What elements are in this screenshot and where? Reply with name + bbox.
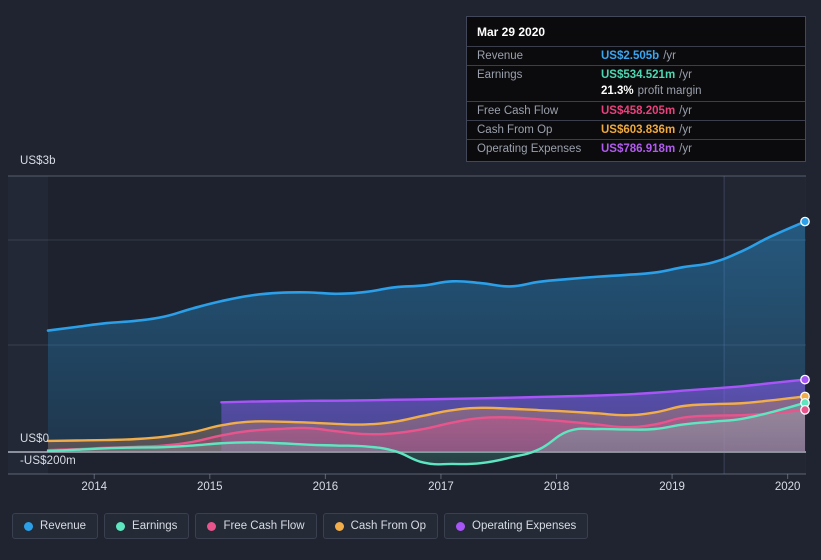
endpoint-marker-free-cash-flow bbox=[800, 404, 810, 415]
tooltip-row-value: US$458.205m bbox=[601, 105, 676, 117]
financial-chart-widget: US$3b US$0 -US$200m 2014 2015 2016 2017 2018… bbox=[0, 0, 821, 560]
y-axis-label-zero: US$0 bbox=[20, 433, 50, 445]
legend-item-earnings[interactable]: Earnings bbox=[104, 513, 190, 539]
legend-item-free-cash-flow[interactable]: Free Cash Flow bbox=[195, 513, 317, 539]
legend-item-label: Operating Expenses bbox=[472, 520, 577, 532]
tooltip-row: Cash From Op US$603.836m/yr bbox=[467, 120, 805, 139]
data-tooltip: Mar 29 2020 Revenue US$2.505b/yr Earnings U… bbox=[466, 16, 806, 162]
x-axis-tick-2017: 2017 bbox=[428, 481, 454, 493]
tooltip-row: 21.3% profit margin bbox=[467, 84, 805, 101]
tooltip-row-unit: /yr bbox=[679, 124, 692, 136]
tooltip-row-unit: /yr bbox=[679, 105, 692, 117]
x-axis-tick-2014: 2014 bbox=[81, 481, 108, 493]
tooltip-row-unit: profit margin bbox=[637, 85, 702, 97]
x-axis-tick-2016: 2016 bbox=[312, 481, 339, 493]
legend-color-dot-icon bbox=[207, 521, 217, 531]
legend-color-dot-icon bbox=[116, 521, 126, 531]
endpoint-marker-revenue bbox=[800, 216, 810, 227]
legend-item-revenue[interactable]: Revenue bbox=[12, 513, 99, 539]
tooltip-row-value: US$603.836m bbox=[601, 124, 676, 136]
tooltip-row-unit: /yr bbox=[679, 143, 692, 155]
x-axis-tick-2020: 2020 bbox=[774, 481, 801, 493]
legend-color-dot-icon bbox=[334, 521, 344, 531]
tooltip-row: Operating Expenses US$786.918m/yr bbox=[467, 139, 805, 158]
tooltip-rows: Revenue US$2.505b/yr Earnings US$534.521m/y… bbox=[467, 46, 805, 158]
tooltip-row-value: 21.3% bbox=[601, 85, 634, 97]
legend-color-dot-icon bbox=[24, 521, 33, 531]
legend-item-label: Free Cash Flow bbox=[223, 520, 305, 532]
y-axis-label-bottom: -US$200m bbox=[20, 455, 76, 467]
legend-item-cash-from-op[interactable]: Cash From Op bbox=[322, 513, 439, 539]
x-axis-tick-2015: 2015 bbox=[197, 481, 223, 493]
tooltip-row-label: Cash From Op bbox=[477, 124, 553, 136]
x-axis-tick-2019: 2019 bbox=[659, 481, 685, 493]
tooltip-row: Earnings US$534.521m/yr bbox=[467, 65, 805, 84]
y-axis-label-top: US$3b bbox=[20, 155, 56, 167]
tooltip-row-value: US$2.505b bbox=[601, 50, 660, 62]
x-axis-tick-2018: 2018 bbox=[543, 481, 570, 493]
tooltip-row-unit: /yr bbox=[679, 69, 692, 81]
tooltip-row-label: Operating Expenses bbox=[477, 143, 582, 155]
endpoint-marker-operating-expenses bbox=[800, 374, 810, 385]
tooltip-row-unit: /yr bbox=[663, 50, 676, 62]
tooltip-row-value: US$786.918m bbox=[601, 143, 676, 155]
tooltip-row-label: Free Cash Flow bbox=[477, 105, 559, 117]
tooltip-date: Mar 29 2020 bbox=[477, 25, 546, 39]
legend-item-label: Cash From Op bbox=[350, 520, 427, 532]
tooltip-row: Revenue US$2.505b/yr bbox=[467, 46, 805, 65]
legend-color-dot-icon bbox=[456, 521, 466, 531]
legend-item-operating-expenses[interactable]: Operating Expenses bbox=[444, 513, 589, 539]
tooltip-row-label: Revenue bbox=[477, 50, 524, 62]
tooltip-row: Free Cash Flow US$458.205m/yr bbox=[467, 101, 805, 120]
chart-legend[interactable]: Revenue Earnings Free Cash Flow Cash From O… bbox=[12, 513, 589, 539]
legend-item-label: Earnings bbox=[132, 520, 178, 532]
tooltip-row-value: US$534.521m bbox=[601, 69, 676, 81]
tooltip-row-label: Earnings bbox=[477, 69, 523, 81]
legend-item-label: Revenue bbox=[40, 520, 87, 532]
